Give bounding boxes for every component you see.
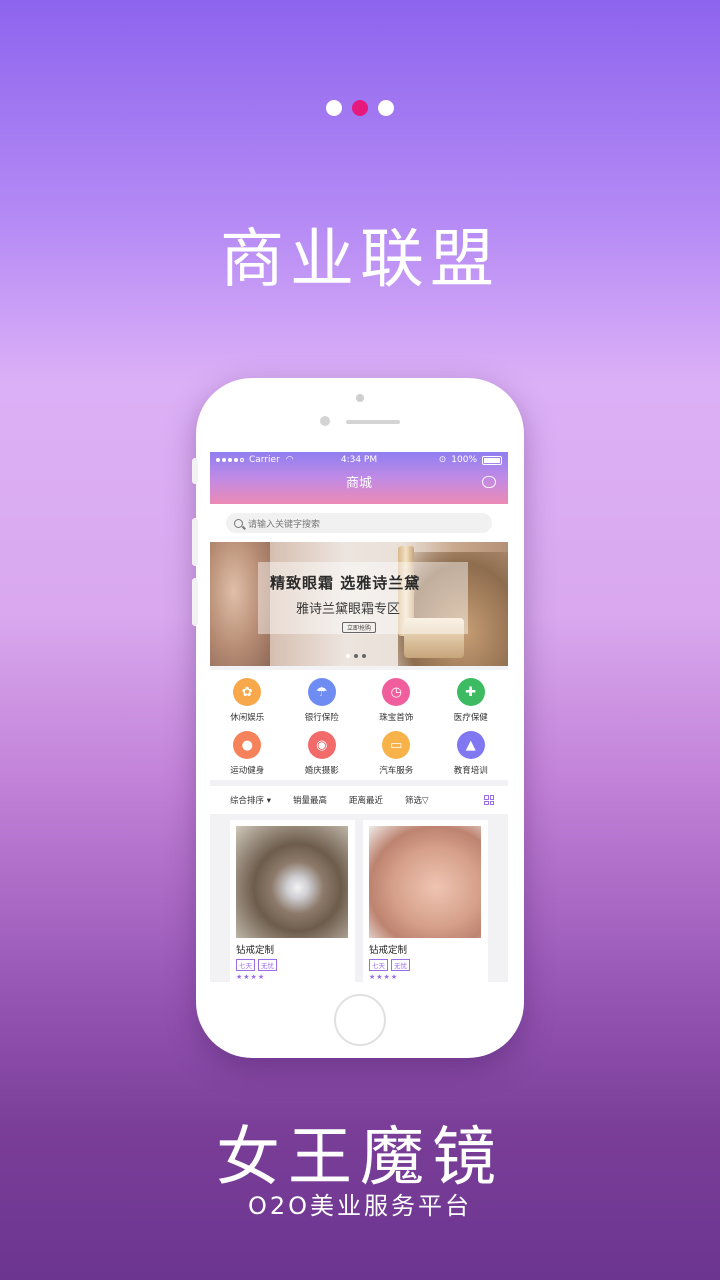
grid-view-icon[interactable] xyxy=(484,795,494,805)
banner-pager xyxy=(346,654,366,658)
category-item[interactable]: ◉ 婚庆摄影 xyxy=(285,731,360,776)
page-dot[interactable] xyxy=(326,100,342,116)
car-icon: ▭ xyxy=(382,731,411,759)
banner-dot[interactable] xyxy=(362,654,366,658)
category-item[interactable]: ✚ 医疗保健 xyxy=(434,678,509,723)
app-header: Carrier ◠ 4:34 PM ⊙ 100% 商城 xyxy=(210,452,508,504)
search-input[interactable]: 请输入关键字搜索 xyxy=(226,513,492,533)
front-camera xyxy=(320,416,330,426)
sort-dropdown[interactable]: 综合排序 ▾ xyxy=(230,794,271,806)
app-name: 女王魔镜 xyxy=(216,1121,504,1195)
watch-icon: ◷ xyxy=(382,678,411,706)
product-name: 钻戒定制 xyxy=(369,945,408,956)
category-label: 医疗保健 xyxy=(453,713,488,723)
product-tag: 七天 xyxy=(369,959,388,971)
promo-banner[interactable]: 精致眼霜 选雅诗兰黛 雅诗兰黛眼霜专区 立即抢购 xyxy=(210,542,508,666)
category-grid: ✿ 休闲娱乐 ☂ 银行保险 ◷ 珠宝首饰 ✚ 医疗保健 ● 运动健身 ◉ 婚庆摄影 ▭ 汽车服务 ▲ 教育培训 xyxy=(210,670,508,780)
page-dot-active[interactable] xyxy=(352,100,368,116)
product-image-hand-ring xyxy=(369,826,481,938)
umbrella-icon: ☂ xyxy=(307,678,336,706)
sensor-dot xyxy=(356,394,364,402)
volume-down-button xyxy=(192,578,198,626)
phone-mockup: Carrier ◠ 4:34 PM ⊙ 100% 商城 请输入关键字搜索 精致眼… xyxy=(192,378,524,1058)
status-time: 4:34 PM xyxy=(340,455,378,465)
volume-up-button xyxy=(192,518,198,566)
ticket-icon: ✿ xyxy=(233,678,262,706)
earpiece-speaker xyxy=(346,420,400,424)
banner-dot[interactable] xyxy=(354,654,358,658)
category-label: 珠宝首饰 xyxy=(379,713,414,723)
category-label: 银行保险 xyxy=(304,713,339,723)
product-tag: 七天 xyxy=(236,959,255,971)
filter-bar: 综合排序 ▾ 销量最高 距离最近 筛选▽ xyxy=(210,786,508,814)
mute-switch xyxy=(192,458,198,484)
category-label: 运动健身 xyxy=(230,766,265,776)
category-item[interactable]: ☂ 银行保险 xyxy=(285,678,360,723)
filter-distance[interactable]: 距离最近 xyxy=(349,794,383,806)
banner-subtitle: 雅诗兰黛眼霜专区 xyxy=(296,602,401,617)
product-card[interactable]: 钻戒定制 七天 无忧 ★★★★ xyxy=(363,820,488,982)
search-icon xyxy=(234,518,243,528)
nav-title: 商城 xyxy=(345,476,372,491)
ball-icon: ● xyxy=(233,731,262,759)
rating-stars: ★★★★ xyxy=(369,973,399,981)
product-image-ring xyxy=(236,826,348,938)
category-item[interactable]: ✿ 休闲娱乐 xyxy=(210,678,285,723)
category-label: 婚庆摄影 xyxy=(304,766,339,776)
category-item[interactable]: ▭ 汽车服务 xyxy=(359,731,434,776)
search-bar-container: 请输入关键字搜索 xyxy=(210,504,508,542)
product-name: 钻戒定制 xyxy=(236,945,275,956)
status-bar: Carrier ◠ 4:34 PM ⊙ 100% xyxy=(210,452,508,468)
home-button[interactable] xyxy=(334,994,386,1046)
product-card[interactable]: 钻戒定制 七天 无忧 ★★★★ xyxy=(230,820,355,982)
product-tag: 无忧 xyxy=(391,959,410,971)
rating-stars: ★★★★ xyxy=(236,973,266,981)
banner-cta-button[interactable]: 立即抢购 xyxy=(342,622,377,633)
medkit-icon: ✚ xyxy=(456,678,485,706)
filter-screen[interactable]: 筛选▽ xyxy=(405,794,429,806)
category-label: 休闲娱乐 xyxy=(230,713,265,723)
category-item[interactable]: ● 运动健身 xyxy=(210,731,285,776)
message-icon[interactable] xyxy=(482,476,496,488)
slogan: O2O美业服务平台 xyxy=(247,1192,473,1220)
category-item[interactable]: ◷ 珠宝首饰 xyxy=(359,678,434,723)
search-placeholder: 请输入关键字搜索 xyxy=(248,519,321,530)
camera-icon: ◉ xyxy=(307,731,336,759)
product-list: 钻戒定制 七天 无忧 ★★★★ 钻戒定制 七天 无忧 ★★★★ xyxy=(210,814,508,982)
graduation-cap-icon: ▲ xyxy=(456,731,485,759)
headline: 商业联盟 xyxy=(220,223,500,297)
category-label: 教育培训 xyxy=(453,766,488,776)
banner-title: 精致眼霜 选雅诗兰黛 xyxy=(270,574,421,592)
category-item[interactable]: ▲ 教育培训 xyxy=(434,731,509,776)
phone-screen: Carrier ◠ 4:34 PM ⊙ 100% 商城 请输入关键字搜索 精致眼… xyxy=(210,452,508,982)
page-indicator xyxy=(0,100,720,116)
product-tag: 无忧 xyxy=(258,959,277,971)
category-label: 汽车服务 xyxy=(379,766,414,776)
filter-sales[interactable]: 销量最高 xyxy=(293,794,327,806)
banner-dot[interactable] xyxy=(346,654,350,658)
page-dot[interactable] xyxy=(378,100,394,116)
